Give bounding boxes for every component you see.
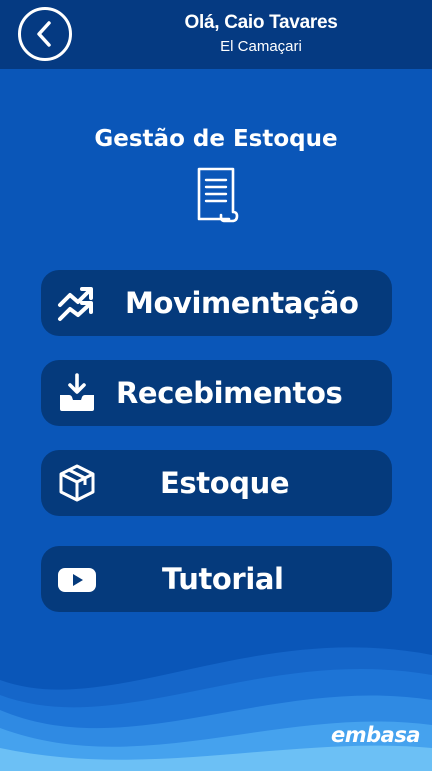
wave-decoration: [0, 647, 432, 771]
chevron-left-icon: [37, 21, 51, 47]
estoque-label: Estoque: [160, 466, 290, 500]
recebimentos-button[interactable]: Recebimentos: [41, 360, 392, 426]
youtube-play-icon: [58, 568, 96, 592]
recebimentos-label: Recebimentos: [116, 376, 343, 410]
tutorial-button[interactable]: Tutorial: [41, 546, 392, 612]
user-unit: El Camaçari: [220, 38, 302, 55]
movimentacao-label: Movimentação: [125, 286, 359, 320]
trending-arrows-icon: [58, 287, 93, 321]
page-title: Gestão de Estoque: [94, 126, 338, 152]
estoque-button[interactable]: Estoque: [41, 450, 392, 516]
embasa-logo: embasa: [331, 723, 421, 747]
user-greeting: Olá, Caio Tavares: [184, 12, 338, 33]
tutorial-label: Tutorial: [162, 562, 284, 596]
back-button[interactable]: [18, 7, 72, 61]
document-icon: [197, 167, 239, 223]
app-header: Olá, Caio Tavares El Camaçari: [0, 0, 432, 69]
inbox-download-icon: [60, 373, 94, 411]
movimentacao-button[interactable]: Movimentação: [41, 270, 392, 336]
box-icon: [59, 464, 95, 502]
